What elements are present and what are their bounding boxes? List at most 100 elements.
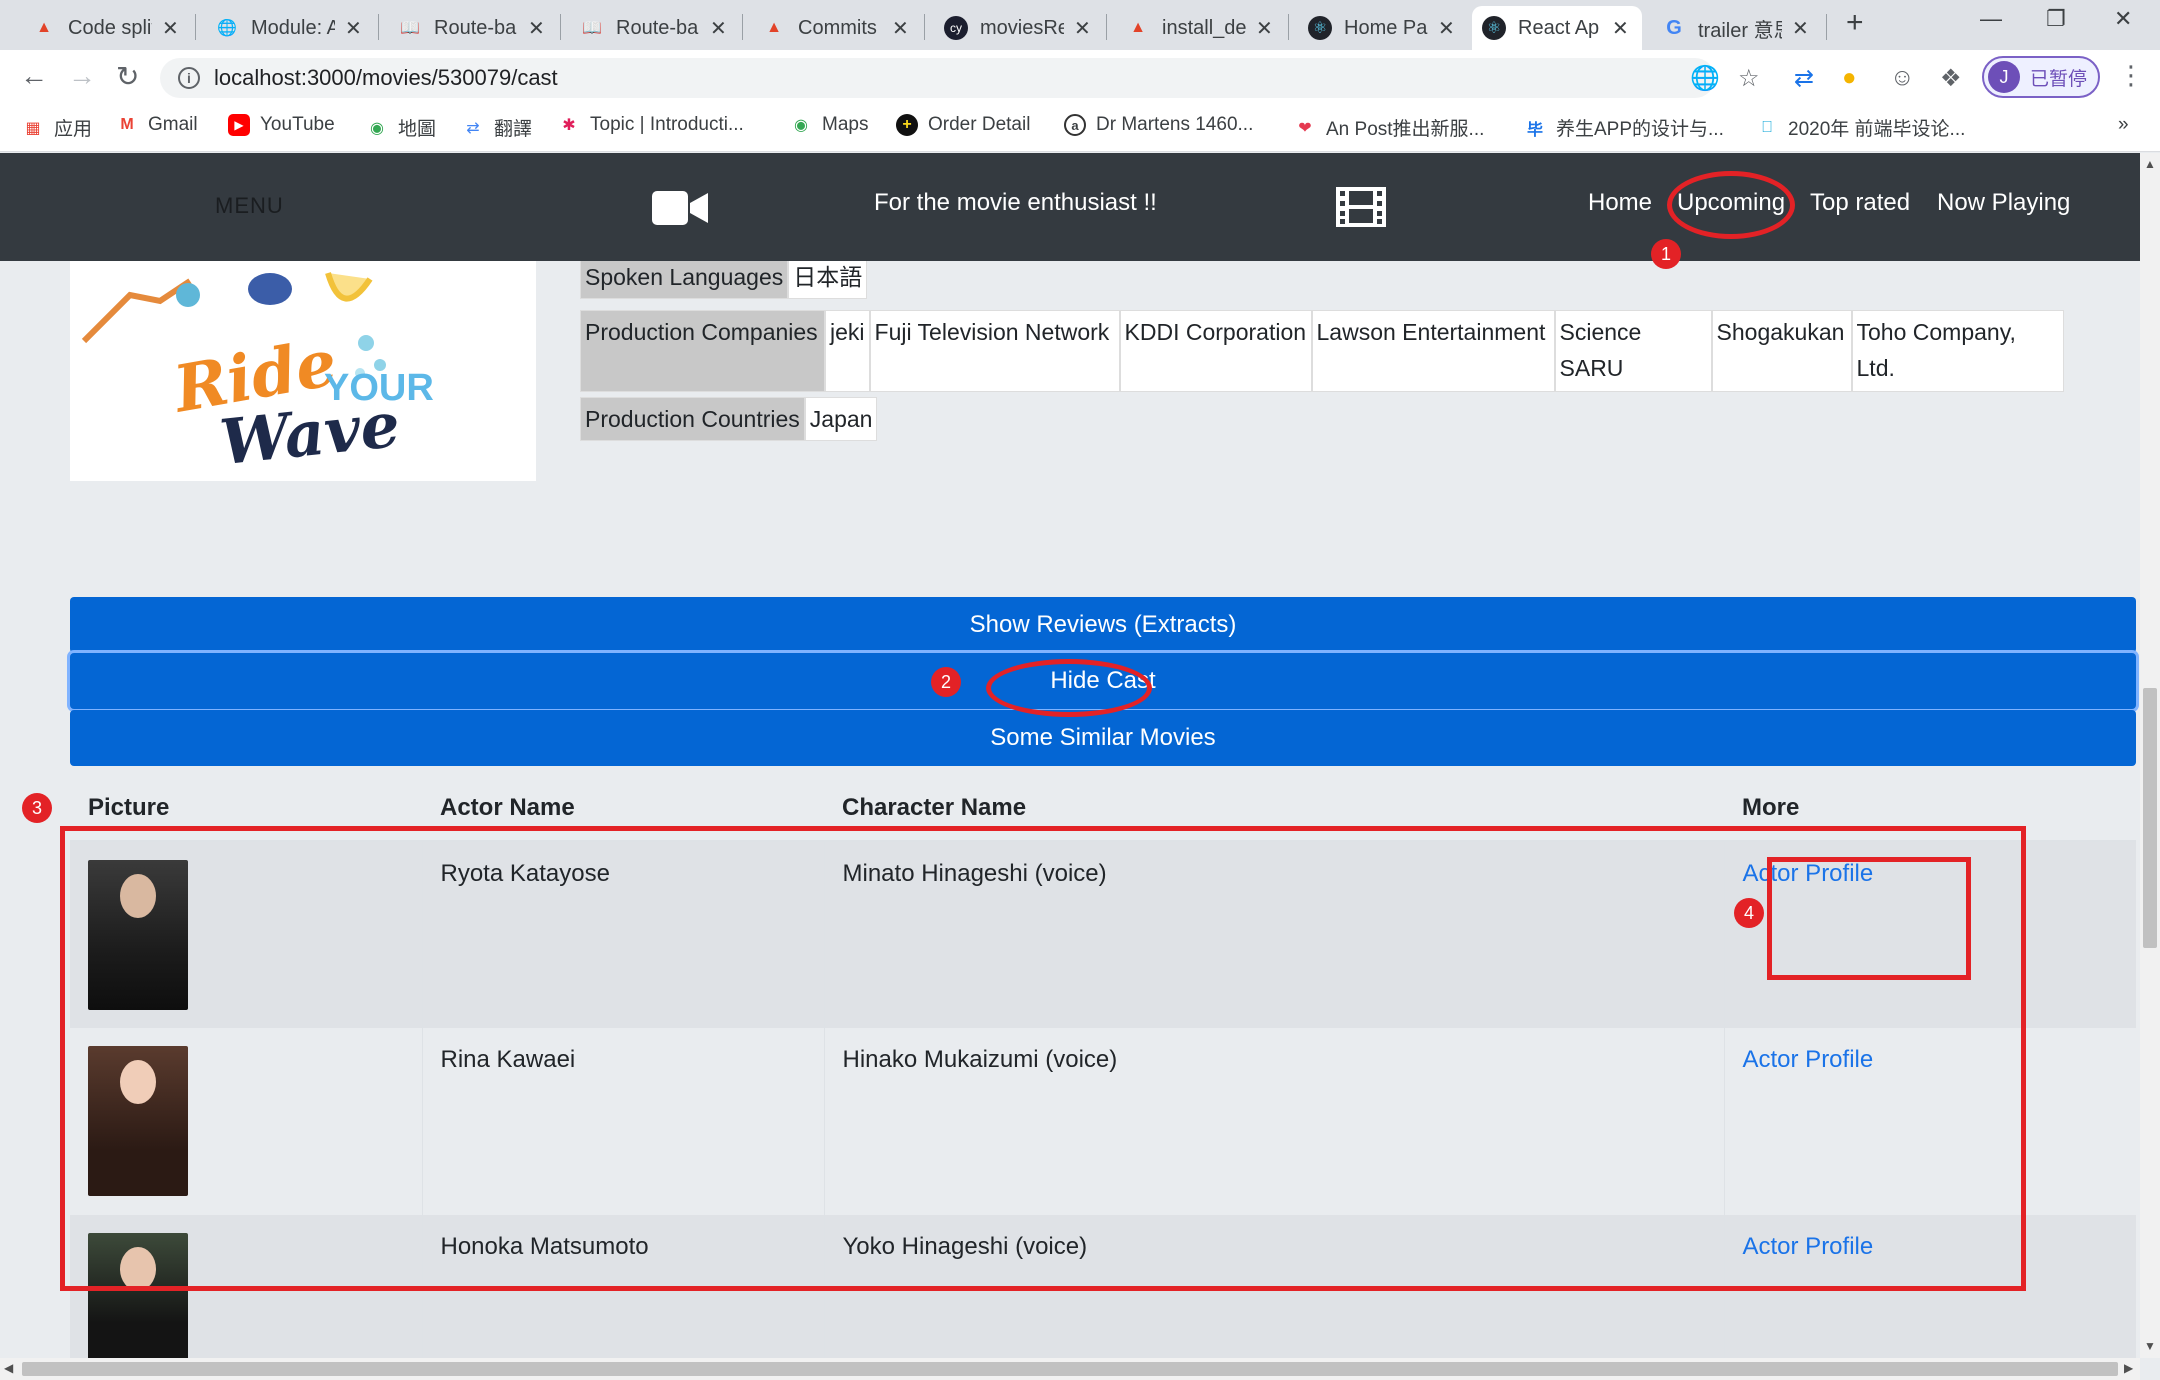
close-tab-icon[interactable]: ✕: [1438, 16, 1455, 41]
annotation-ellipse-hide-cast: [986, 659, 1152, 717]
horizontal-scrollbar[interactable]: ◀ ▶: [0, 1358, 2140, 1380]
production-company: Fuji Television Network: [869, 310, 1120, 392]
production-companies-label: Production Companies: [580, 310, 825, 392]
tab-react-app[interactable]: ⚛ React Ap ✕: [1472, 6, 1642, 50]
profile-button[interactable]: J 已暂停: [1982, 56, 2100, 98]
new-tab-icon[interactable]: +: [1846, 6, 1864, 40]
close-tab-icon[interactable]: ✕: [528, 16, 545, 41]
bookmark-gmail[interactable]: M Gmail: [116, 114, 198, 136]
scroll-left-icon[interactable]: ◀: [4, 1361, 13, 1375]
close-tab-icon[interactable]: ✕: [162, 16, 179, 41]
bookmark-an-post[interactable]: ❤ An Post推出新服...: [1294, 114, 1484, 141]
bookmark-label: Gmail: [148, 114, 198, 135]
slack-icon: ✱: [562, 117, 576, 134]
tab-trailer-search[interactable]: G trailer 意思 ✕: [1652, 6, 1819, 50]
bookmark-bilibili[interactable]: ⎕ 2020年 前端毕设论...: [1756, 114, 1965, 141]
vertical-scroll-thumb[interactable]: [2143, 688, 2157, 948]
nav-link-top-rated[interactable]: Top rated: [1810, 189, 1910, 217]
bookmarks-overflow-icon[interactable]: »: [2118, 114, 2129, 136]
tab-module[interactable]: 🌐 Module: A ✕: [205, 6, 372, 50]
nav-link-now-playing[interactable]: Now Playing: [1937, 189, 2070, 217]
tab-install-deps[interactable]: ▲ install_de ✕: [1116, 6, 1283, 50]
cypress-icon: cy: [944, 16, 968, 40]
bookmark-translate[interactable]: ⇄ 翻譯: [462, 114, 532, 141]
browser-tab-strip: ▲ Code split ✕ 🌐 Module: A ✕ 📖 Route-ba …: [0, 0, 2160, 50]
address-bar[interactable]: i localhost:3000/movies/530079/cast: [160, 58, 1715, 98]
bookmark-apps[interactable]: ▦ 应用: [22, 114, 92, 141]
close-tab-icon[interactable]: ✕: [892, 16, 909, 41]
close-tab-icon[interactable]: ✕: [1256, 16, 1273, 41]
tab-commits[interactable]: ▲ Commits ✕: [752, 6, 919, 50]
bookmark-topic[interactable]: ✱ Topic | Introducti...: [558, 114, 744, 136]
tab-separator: [1106, 14, 1107, 40]
close-tab-icon[interactable]: ✕: [1074, 16, 1091, 41]
profile-status: 已暂停: [2030, 68, 2088, 90]
bookmarks-bar: ▦ 应用 M Gmail ▶ YouTube ◉ 地圖 ⇄ 翻譯 ✱ Topic…: [0, 106, 2160, 152]
bookmark-star-icon[interactable]: ☆: [1738, 64, 1760, 93]
bookmark-maps-zh[interactable]: ◉ 地圖: [366, 114, 436, 141]
tab-label: Commits: [798, 16, 877, 39]
tab-label: Route-ba: [616, 16, 699, 39]
production-countries-value: Japan: [804, 397, 878, 441]
react-icon: ⚛: [1308, 16, 1332, 40]
bookmark-label: 养生APP的设计与...: [1556, 119, 1724, 140]
close-tab-icon[interactable]: ✕: [1792, 16, 1809, 41]
bookmark-health-app[interactable]: 毕 养生APP的设计与...: [1524, 114, 1724, 141]
tab-separator: [924, 14, 925, 40]
circle-a-icon: a: [1064, 114, 1086, 136]
maps-icon: ◉: [794, 117, 808, 134]
tab-movies-repo[interactable]: cy moviesRe ✕: [934, 6, 1101, 50]
bookmark-order-detail[interactable]: + Order Detail: [896, 114, 1030, 136]
bookmark-label: 应用: [54, 119, 93, 140]
extension-face-icon[interactable]: ☺: [1890, 64, 1915, 92]
bookmark-youtube[interactable]: ▶ YouTube: [228, 114, 335, 136]
site-info-icon[interactable]: i: [178, 67, 200, 89]
maximize-icon[interactable]: ❐: [2046, 6, 2066, 32]
vertical-scrollbar[interactable]: ▲ ▼: [2140, 153, 2160, 1358]
tab-code-split[interactable]: ▲ Code split ✕: [22, 6, 189, 50]
sync-icon[interactable]: ⇄: [1794, 64, 1814, 93]
scroll-right-icon[interactable]: ▶: [2124, 1361, 2133, 1375]
scroll-down-icon[interactable]: ▼: [2144, 1339, 2156, 1353]
tab-label: React Ap: [1518, 16, 1600, 39]
bookmark-maps[interactable]: ◉ Maps: [790, 114, 868, 136]
production-company: jeki: [825, 310, 870, 392]
url-text: localhost:3000/movies/530079/cast: [214, 65, 558, 90]
close-window-icon[interactable]: ✕: [2114, 6, 2132, 32]
show-reviews-button[interactable]: Show Reviews (Extracts): [70, 597, 2136, 653]
spoken-languages-row: Spoken Languages 日本語: [580, 255, 868, 299]
tab-route-based-1[interactable]: 📖 Route-ba ✕: [388, 6, 555, 50]
tab-separator: [560, 14, 561, 40]
gitlab-icon: ▲: [36, 19, 52, 36]
book-icon: 📖: [582, 20, 602, 37]
avatar: J: [1988, 61, 2020, 93]
bookmark-label: Order Detail: [928, 114, 1031, 135]
close-tab-icon[interactable]: ✕: [345, 16, 362, 41]
extensions-puzzle-icon[interactable]: ❖: [1940, 64, 1962, 93]
google-icon: G: [1666, 16, 1682, 39]
production-company: KDDI Corporation: [1119, 310, 1312, 392]
annotation-box-cast-rows: [60, 826, 2026, 1291]
globe-icon: 🌐: [217, 20, 237, 37]
similar-movies-button[interactable]: Some Similar Movies: [70, 710, 2136, 766]
more-menu-icon[interactable]: ⋮: [2118, 60, 2144, 91]
reload-icon[interactable]: ↻: [116, 60, 139, 93]
translate-icon[interactable]: 🌐: [1690, 64, 1720, 93]
book-icon: 📖: [400, 20, 420, 37]
tab-home-page[interactable]: ⚛ Home Pa ✕: [1298, 6, 1465, 50]
site-navbar: MENU For the movie enthusiast !! Home Up…: [0, 153, 2140, 261]
horizontal-scroll-thumb[interactable]: [22, 1362, 2118, 1376]
scroll-up-icon[interactable]: ▲: [2144, 157, 2156, 171]
bookmark-dr-martens[interactable]: a Dr Martens 1460...: [1064, 114, 1253, 136]
minimize-icon[interactable]: —: [1980, 6, 2002, 32]
close-tab-icon[interactable]: ✕: [1612, 16, 1629, 41]
tab-route-based-2[interactable]: 📖 Route-ba ✕: [570, 6, 737, 50]
extension-shield-icon[interactable]: ●: [1842, 64, 1857, 92]
close-tab-icon[interactable]: ✕: [710, 16, 727, 41]
tab-label: Code split: [68, 16, 152, 39]
menu-button[interactable]: MENU: [215, 193, 284, 219]
back-icon[interactable]: ←: [20, 60, 48, 92]
forward-icon[interactable]: →: [68, 60, 96, 92]
nav-link-home[interactable]: Home: [1588, 189, 1652, 217]
page-viewport: Ride YOUR Wave Spoken Languages 日本語 Prod…: [0, 153, 2140, 1358]
